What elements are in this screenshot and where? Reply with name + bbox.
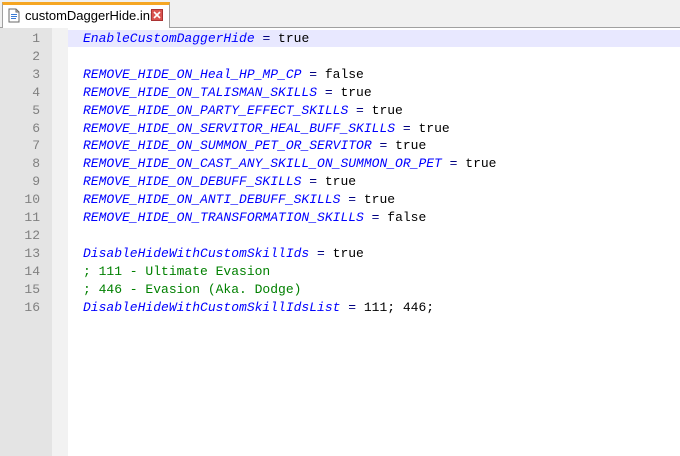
setting-key: REMOVE_HIDE_ON_PARTY_EFFECT_SKILLS — [83, 102, 349, 118]
assign-operator: = — [254, 31, 279, 46]
tab-bar: customDaggerHide.ini — [0, 0, 680, 28]
setting-key: EnableCustomDaggerHide — [83, 31, 255, 46]
code-line[interactable]: REMOVE_HIDE_ON_SERVITOR_HEAL_BUFF_SKILLS… — [83, 120, 450, 137]
assign-operator: = — [301, 66, 325, 82]
line-number: 9 — [32, 174, 40, 190]
setting-key: REMOVE_HIDE_ON_SERVITOR_HEAL_BUFF_SKILLS — [83, 120, 396, 136]
setting-value: 111; 446; — [363, 299, 435, 315]
line-number: 1 — [32, 31, 40, 46]
code-line[interactable]: REMOVE_HIDE_ON_TALISMAN_SKILLS = true — [83, 84, 372, 101]
line-number: 15 — [24, 281, 40, 297]
code-line[interactable]: REMOVE_HIDE_ON_PARTY_EFFECT_SKILLS = tru… — [83, 102, 403, 119]
setting-value: true — [395, 138, 427, 154]
line-number: 6 — [32, 120, 40, 136]
line-number: 5 — [32, 102, 40, 118]
setting-value: true — [324, 174, 357, 190]
setting-value: true — [332, 245, 364, 261]
code-line[interactable]: REMOVE_HIDE_ON_CAST_ANY_SKILL_ON_SUMMON_… — [83, 155, 496, 172]
assign-operator: = — [441, 156, 466, 172]
setting-key: REMOVE_HIDE_ON_ANTI_DEBUFF_SKILLS — [83, 192, 341, 208]
setting-value: true — [363, 192, 396, 208]
line-number: 7 — [32, 138, 40, 154]
fold-margin — [52, 28, 68, 456]
line-number: 10 — [24, 192, 40, 208]
code-line[interactable]: DisableHideWithCustomSkillIdsList = 111;… — [83, 299, 434, 316]
line-number: 16 — [24, 299, 40, 315]
setting-value: false — [387, 210, 427, 225]
setting-value: false — [324, 66, 364, 82]
line-number: 12 — [24, 227, 40, 243]
setting-key: REMOVE_HIDE_ON_TRANSFORMATION_SKILLS — [83, 210, 364, 225]
setting-value: true — [418, 120, 450, 136]
setting-key: REMOVE_HIDE_ON_CAST_ANY_SKILL_ON_SUMMON_… — [83, 156, 442, 172]
line-number: 11 — [24, 210, 40, 225]
setting-value: true — [278, 31, 310, 46]
code-line[interactable]: ; 446 - Evasion (Aka. Dodge) — [83, 281, 301, 298]
setting-key: REMOVE_HIDE_ON_SUMMON_PET_OR_SERVITOR — [83, 138, 372, 154]
assign-operator: = — [301, 174, 325, 190]
assign-operator: = — [340, 299, 364, 315]
tab-title: customDaggerHide.ini — [25, 8, 153, 23]
assign-operator: = — [309, 245, 333, 261]
comment-text: ; 446 - Evasion (Aka. Dodge) — [83, 281, 302, 297]
assign-operator: = — [317, 84, 341, 100]
assign-operator: = — [363, 210, 388, 225]
comment-text: ; 111 - Ultimate Evasion — [83, 263, 271, 279]
setting-key: REMOVE_HIDE_ON_TALISMAN_SKILLS — [83, 84, 318, 100]
setting-key: REMOVE_HIDE_ON_DEBUFF_SKILLS — [83, 174, 302, 190]
code-line[interactable]: ; 111 - Ultimate Evasion — [83, 263, 270, 280]
assign-operator: = — [340, 192, 364, 208]
line-number: 8 — [32, 156, 40, 172]
line-number: 14 — [24, 263, 40, 279]
setting-key: DisableHideWithCustomSkillIdsList — [83, 299, 341, 315]
file-tab[interactable]: customDaggerHide.ini — [2, 2, 170, 28]
code-line[interactable]: REMOVE_HIDE_ON_DEBUFF_SKILLS = true — [83, 173, 356, 190]
editor-area[interactable]: 1 EnableCustomDaggerHide = true 2 3 REMOVE_H… — [0, 28, 680, 456]
close-icon[interactable] — [151, 9, 163, 21]
setting-value: true — [371, 102, 403, 118]
line-number: 3 — [32, 66, 40, 82]
setting-key: DisableHideWithCustomSkillIds — [83, 245, 310, 261]
code-line[interactable]: REMOVE_HIDE_ON_TRANSFORMATION_SKILLS = f… — [83, 209, 426, 226]
code-line[interactable]: REMOVE_HIDE_ON_Heal_HP_MP_CP = false — [83, 66, 364, 83]
code-line[interactable]: EnableCustomDaggerHide = true — [83, 30, 309, 47]
file-icon — [7, 8, 21, 23]
line-number: 2 — [32, 48, 40, 64]
code-line[interactable]: REMOVE_HIDE_ON_ANTI_DEBUFF_SKILLS = true — [83, 191, 395, 208]
assign-operator: = — [395, 120, 419, 136]
setting-value: true — [340, 84, 372, 100]
line-number: 4 — [32, 84, 40, 100]
assign-operator: = — [348, 102, 372, 118]
assign-operator: = — [371, 138, 396, 154]
setting-key: REMOVE_HIDE_ON_Heal_HP_MP_CP — [83, 66, 302, 82]
line-number: 13 — [24, 245, 40, 261]
code-line[interactable]: DisableHideWithCustomSkillIds = true — [83, 245, 364, 262]
setting-value: true — [465, 156, 497, 172]
code-line[interactable]: REMOVE_HIDE_ON_SUMMON_PET_OR_SERVITOR = … — [83, 137, 426, 154]
